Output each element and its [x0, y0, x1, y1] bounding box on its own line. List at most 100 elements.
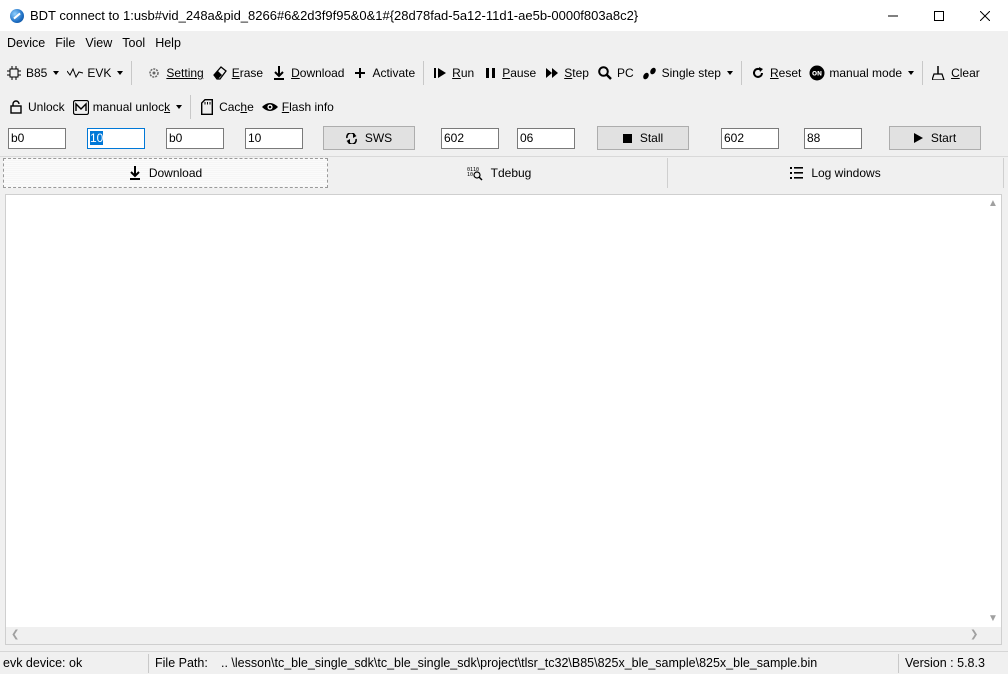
run-label: Run	[452, 66, 475, 80]
flash-info-button[interactable]: Flash info	[258, 95, 338, 119]
reset-label: Reset	[769, 66, 802, 80]
scroll-corner	[984, 627, 1001, 644]
clear-label: Clear	[951, 66, 980, 80]
broom-icon	[931, 65, 947, 81]
scroll-down-icon[interactable]: ▼	[988, 613, 998, 624]
board-select-dropdown[interactable]: EVK	[63, 61, 127, 85]
search-icon	[597, 65, 613, 81]
tab-download[interactable]: Download	[3, 158, 328, 188]
download-icon	[129, 166, 141, 180]
toolbar-divider	[423, 61, 425, 85]
length-field-2[interactable]: 10	[245, 128, 303, 149]
unlock-label: Unlock	[28, 100, 65, 114]
download-button[interactable]: Download	[267, 61, 348, 85]
tab-log-windows[interactable]: Log windows	[668, 158, 1004, 188]
secondary-toolbar: Unlock manual unlock Cache Flash info	[0, 92, 338, 122]
tab-tdebug[interactable]: 0110 10 Tdebug	[331, 158, 668, 188]
single-step-label: Single step	[661, 66, 721, 80]
vertical-scrollbar[interactable]: ▲ ▼	[984, 195, 1001, 627]
length-field-1[interactable]: 10	[87, 128, 145, 149]
mail-m-icon	[72, 99, 89, 115]
sws-address-field[interactable]: 602	[441, 128, 499, 149]
menu-tool[interactable]: Tool	[117, 36, 150, 50]
cache-button[interactable]: Cache	[195, 95, 258, 119]
maximize-icon	[934, 10, 944, 21]
board-label: EVK	[87, 66, 112, 80]
stall-value-field[interactable]: 88	[804, 128, 862, 149]
sws-value-field[interactable]: 06	[517, 128, 575, 149]
single-step-dropdown[interactable]: Single step	[638, 61, 737, 85]
horizontal-scrollbar[interactable]: ❮ ❯	[6, 627, 986, 644]
step-label: Step	[564, 66, 589, 80]
flash-info-label: Flash info	[281, 100, 334, 114]
reset-icon	[750, 65, 766, 81]
fast-forward-icon	[544, 65, 560, 81]
setting-label: Setting	[166, 66, 204, 80]
activate-label: Activate	[372, 66, 416, 80]
scroll-left-icon[interactable]: ❮	[11, 629, 19, 640]
tab-log-windows-label: Log windows	[811, 166, 881, 180]
window-title: BDT connect to 1:usb#vid_248a&pid_8266#6…	[30, 8, 639, 23]
minimize-button[interactable]	[870, 0, 916, 31]
mode-circle-icon: ON	[809, 65, 825, 81]
chevron-down-icon	[53, 71, 60, 75]
file-path-label: File Path:	[155, 656, 208, 670]
pc-label: PC	[616, 66, 634, 80]
erase-label: Erase	[231, 66, 264, 80]
activate-button[interactable]: Activate	[348, 61, 419, 85]
manual-unlock-dropdown[interactable]: manual unlock	[69, 95, 186, 119]
file-path-value: .. \lesson\tc_ble_single_sdk\tc_ble_sing…	[221, 656, 818, 670]
scroll-right-icon[interactable]: ❯	[970, 629, 978, 640]
menu-device[interactable]: Device	[2, 36, 50, 50]
log-output-panel[interactable]: ▲ ▼ ❮ ❯	[5, 194, 1002, 645]
run-icon	[432, 65, 448, 81]
reset-button[interactable]: Reset	[746, 61, 805, 85]
start-button[interactable]: Start	[889, 126, 981, 150]
chip-label: B85	[26, 66, 48, 80]
step-button[interactable]: Step	[540, 61, 593, 85]
download-icon	[271, 65, 287, 81]
register-field-row: b0 10 b0 10 SWS 602 06 Stall 602 88 Star…	[0, 125, 1008, 153]
erase-button[interactable]: Erase	[208, 61, 267, 85]
chip-icon	[6, 65, 22, 81]
stall-button[interactable]: Stall	[597, 126, 689, 150]
list-icon	[790, 167, 804, 179]
address-field-1[interactable]: b0	[8, 128, 66, 149]
waveform-icon	[67, 65, 84, 81]
menu-file[interactable]: File	[50, 36, 80, 50]
pause-icon	[482, 65, 498, 81]
clear-button[interactable]: Clear	[927, 61, 984, 85]
chip-select-dropdown[interactable]: B85	[0, 61, 63, 85]
play-icon	[913, 133, 923, 143]
scroll-up-icon[interactable]: ▲	[988, 198, 998, 209]
close-icon	[980, 10, 990, 21]
chevron-down-icon	[117, 71, 124, 75]
sws-button[interactable]: SWS	[323, 126, 415, 150]
mode-dropdown[interactable]: ON manual mode	[805, 61, 918, 85]
binary-search-icon: 0110 10	[467, 166, 483, 181]
run-button[interactable]: Run	[428, 61, 478, 85]
main-toolbar: B85 EVK Setting Erase Download Activate	[0, 58, 984, 88]
pc-button[interactable]: PC	[593, 61, 638, 85]
title-bar: BDT connect to 1:usb#vid_248a&pid_8266#6…	[0, 0, 1008, 31]
stall-address-field[interactable]: 602	[721, 128, 779, 149]
close-button[interactable]	[962, 0, 1008, 31]
eye-icon	[261, 99, 278, 115]
maximize-button[interactable]	[916, 0, 962, 31]
menu-view[interactable]: View	[80, 36, 117, 50]
menu-help[interactable]: Help	[150, 36, 186, 50]
unlock-icon	[8, 99, 24, 115]
sws-label: SWS	[364, 131, 393, 145]
svg-text:10: 10	[467, 172, 473, 178]
eraser-icon	[212, 65, 228, 81]
tab-tdebug-label: Tdebug	[490, 166, 532, 180]
unlock-button[interactable]: Unlock	[0, 95, 69, 119]
mode-label: manual mode	[829, 66, 903, 80]
address-field-2[interactable]: b0	[166, 128, 224, 149]
setting-button[interactable]: Setting	[142, 61, 207, 85]
toolbar-divider	[190, 95, 192, 119]
tab-download-label: Download	[148, 166, 203, 180]
pause-button[interactable]: Pause	[478, 61, 540, 85]
stall-label: Stall	[639, 131, 664, 145]
chevron-down-icon	[726, 71, 733, 75]
